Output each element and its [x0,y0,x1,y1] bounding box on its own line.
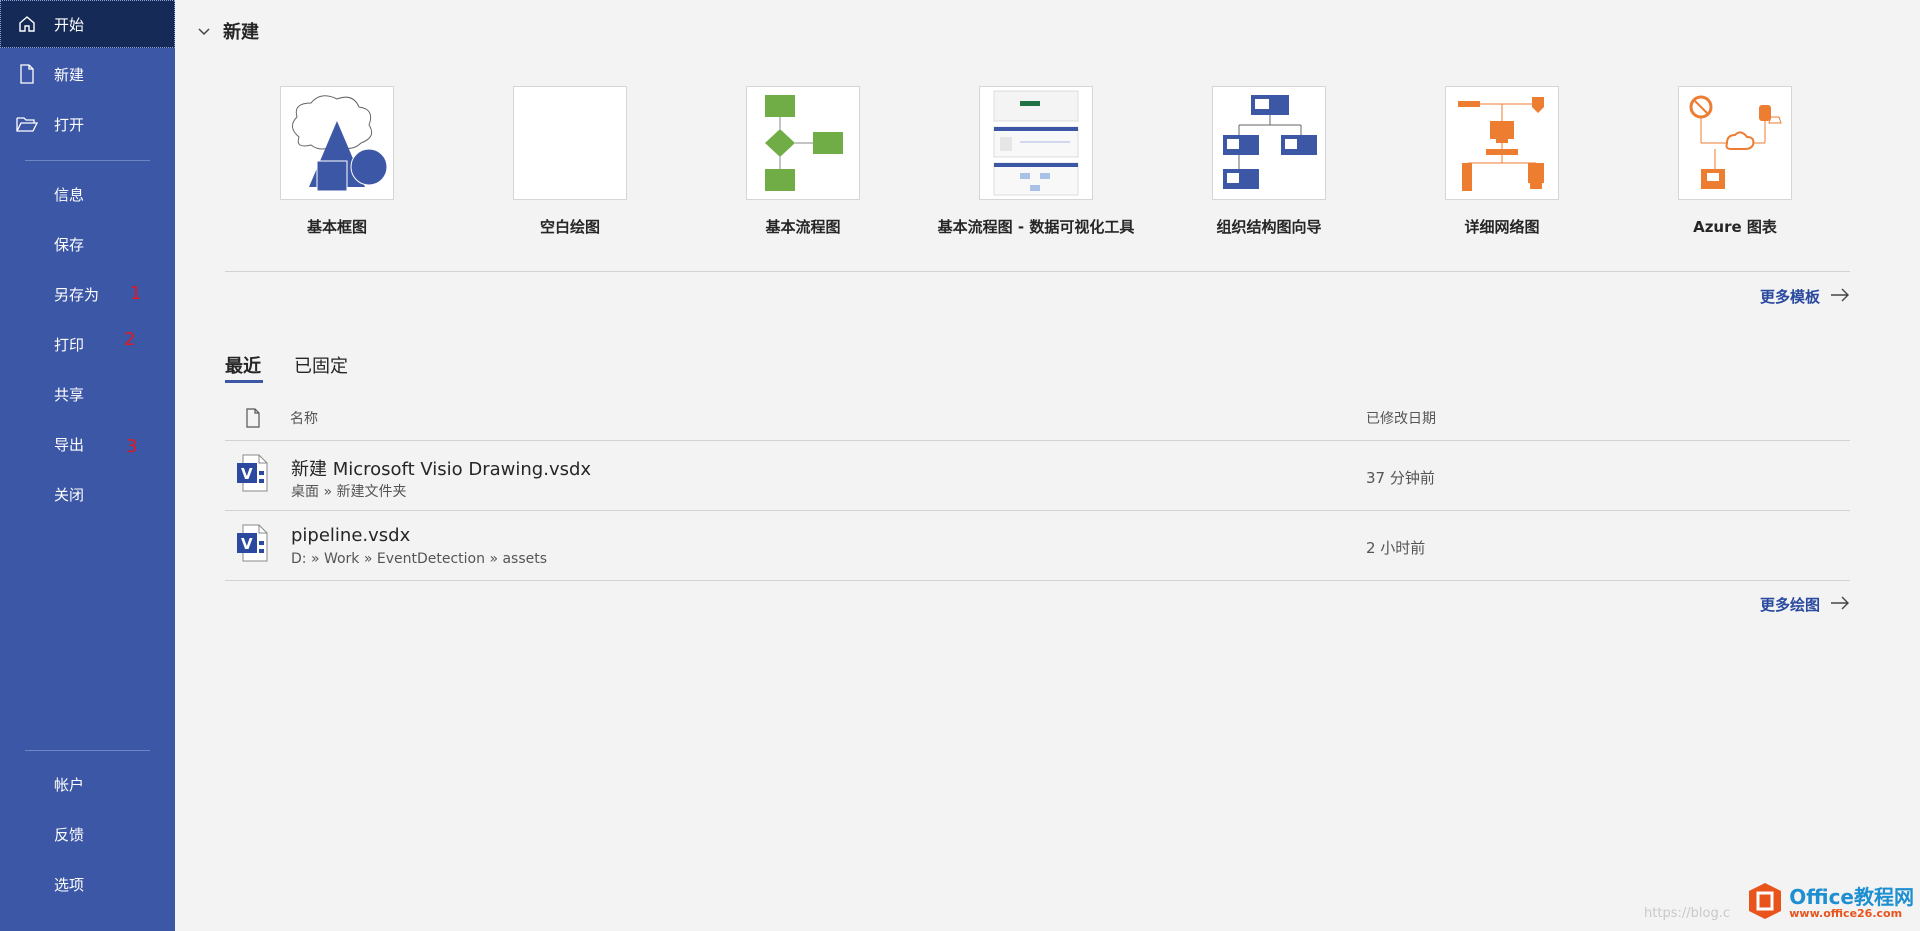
annotation-1: 1 [130,283,142,304]
file-name: 新建 Microsoft Visio Drawing.vsdx [291,459,592,480]
recent-file-row[interactable]: V 新建 Microsoft Visio Drawing.vsdx 桌面 » 新… [225,441,1850,511]
nav-share-label: 共享 [54,385,85,404]
row-divider [225,580,1850,581]
file-modified: 2 小时前 [1366,539,1426,557]
template-name: 组织结构图向导 [1216,218,1322,236]
visio-file-icon: V [235,453,271,497]
visio-file-icon: V [235,523,271,567]
nav-close[interactable]: 关闭 [0,470,175,518]
nav-save-label: 保存 [54,235,85,254]
watermark-brand-url: www.office26.com [1789,906,1903,920]
open-folder-icon [0,115,54,133]
template-name: 基本流程图 [765,218,841,236]
sidebar-divider [25,160,150,161]
template-name: 详细网络图 [1464,218,1540,236]
nav-share[interactable]: 共享 [0,370,175,418]
nav-save[interactable]: 保存 [0,220,175,268]
nav-feedback[interactable]: 反馈 [0,810,175,858]
new-section-title: 新建 [223,22,259,43]
column-header-name[interactable]: 名称 [290,408,318,428]
file-modified: 37 分钟前 [1366,469,1435,487]
nav-new[interactable]: 新建 [0,50,175,98]
nav-account-label: 帐户 [54,775,85,794]
template-flowchart-data-visualizer[interactable]: 基本流程图 - 数据可视化工具 [936,86,1136,237]
svg-text:V: V [241,535,253,553]
tab-active-indicator [225,380,263,383]
new-file-icon [0,64,54,84]
backstage-main: 新建 基本框图 空白绘图 基本流程图 基本流程图 - 数据可视化工具 组织结构图… [175,0,1920,931]
file-path: 桌面 » 新建文件夹 [291,484,407,500]
nav-new-label: 新建 [54,65,85,84]
nav-open[interactable]: 打开 [0,100,175,148]
nav-print-label: 打印 [54,335,85,354]
nav-export-label: 导出 [54,435,85,454]
nav-print[interactable]: 打印 [0,320,175,368]
network-diagram-thumbnail [1445,86,1559,200]
nav-home[interactable]: 开始 [0,0,175,48]
template-azure-diagrams[interactable]: Azure 图表 [1635,86,1835,237]
file-type-column-icon [245,408,261,432]
nav-feedback-label: 反馈 [54,825,85,844]
office-logo-icon [1745,881,1785,925]
more-drawings-link[interactable]: 更多绘图 [1760,594,1850,615]
templates-divider [225,271,1850,272]
nav-options-label: 选项 [54,875,85,894]
nav-close-label: 关闭 [54,485,85,504]
more-templates-link[interactable]: 更多模板 [1760,286,1850,307]
nav-options[interactable]: 选项 [0,860,175,908]
data-visualizer-thumbnail [979,86,1093,200]
more-drawings-label: 更多绘图 [1759,596,1820,614]
new-section-header[interactable]: 新建 [197,18,259,44]
annotation-3: 3 [126,436,138,457]
nav-home-label: 开始 [54,15,85,34]
template-name: 基本流程图 - 数据可视化工具 [937,218,1135,236]
basic-block-thumbnail [280,86,394,200]
template-basic-flowchart[interactable]: 基本流程图 [703,86,903,237]
nav-info[interactable]: 信息 [0,170,175,218]
azure-diagram-thumbnail [1678,86,1792,200]
column-header-modified[interactable]: 已修改日期 [1366,408,1436,428]
annotation-2: 2 [124,329,136,350]
nav-save-as[interactable]: 另存为 [0,270,175,318]
chevron-down-icon [197,21,211,42]
template-org-chart-wizard[interactable]: 组织结构图向导 [1169,86,1369,237]
watermark-brand: Office教程网 [1789,884,1914,909]
more-templates-label: 更多模板 [1759,288,1820,306]
file-path: D: » Work » EventDetection » assets [291,551,548,567]
file-name: pipeline.vsdx [291,525,411,546]
arrow-right-icon [1820,288,1850,306]
basic-flowchart-thumbnail [746,86,860,200]
template-basic-block[interactable]: 基本框图 [237,86,437,237]
nav-save-as-label: 另存为 [54,285,100,304]
home-icon [0,14,54,34]
recent-file-row[interactable]: V pipeline.vsdx D: » Work » EventDetecti… [225,511,1850,581]
arrow-right-icon [1820,596,1850,614]
org-chart-thumbnail [1212,86,1326,200]
template-detailed-network[interactable]: 详细网络图 [1402,86,1602,237]
watermark-logo: Office教程网 www.office26.com [1745,881,1914,925]
nav-account[interactable]: 帐户 [0,760,175,808]
svg-text:V: V [241,465,253,483]
nav-open-label: 打开 [54,115,85,134]
backstage-sidebar: 开始 新建 打开 信息 保存 另存为 打印 共享 导出 关闭 1 2 3 帐户 … [0,0,175,931]
tab-recent[interactable]: 最近 [225,352,261,378]
tab-pinned[interactable]: 已固定 [294,352,348,378]
nav-info-label: 信息 [54,185,85,204]
template-blank-drawing[interactable]: 空白绘图 [470,86,670,237]
sidebar-divider-bottom [25,750,150,751]
nav-export[interactable]: 导出 [0,420,175,468]
template-name: 基本框图 [306,218,367,236]
template-name: 空白绘图 [539,218,600,236]
template-name: Azure 图表 [1693,218,1777,236]
blank-drawing-thumbnail [513,86,627,200]
watermark-url: https://blog.c [1644,906,1730,921]
